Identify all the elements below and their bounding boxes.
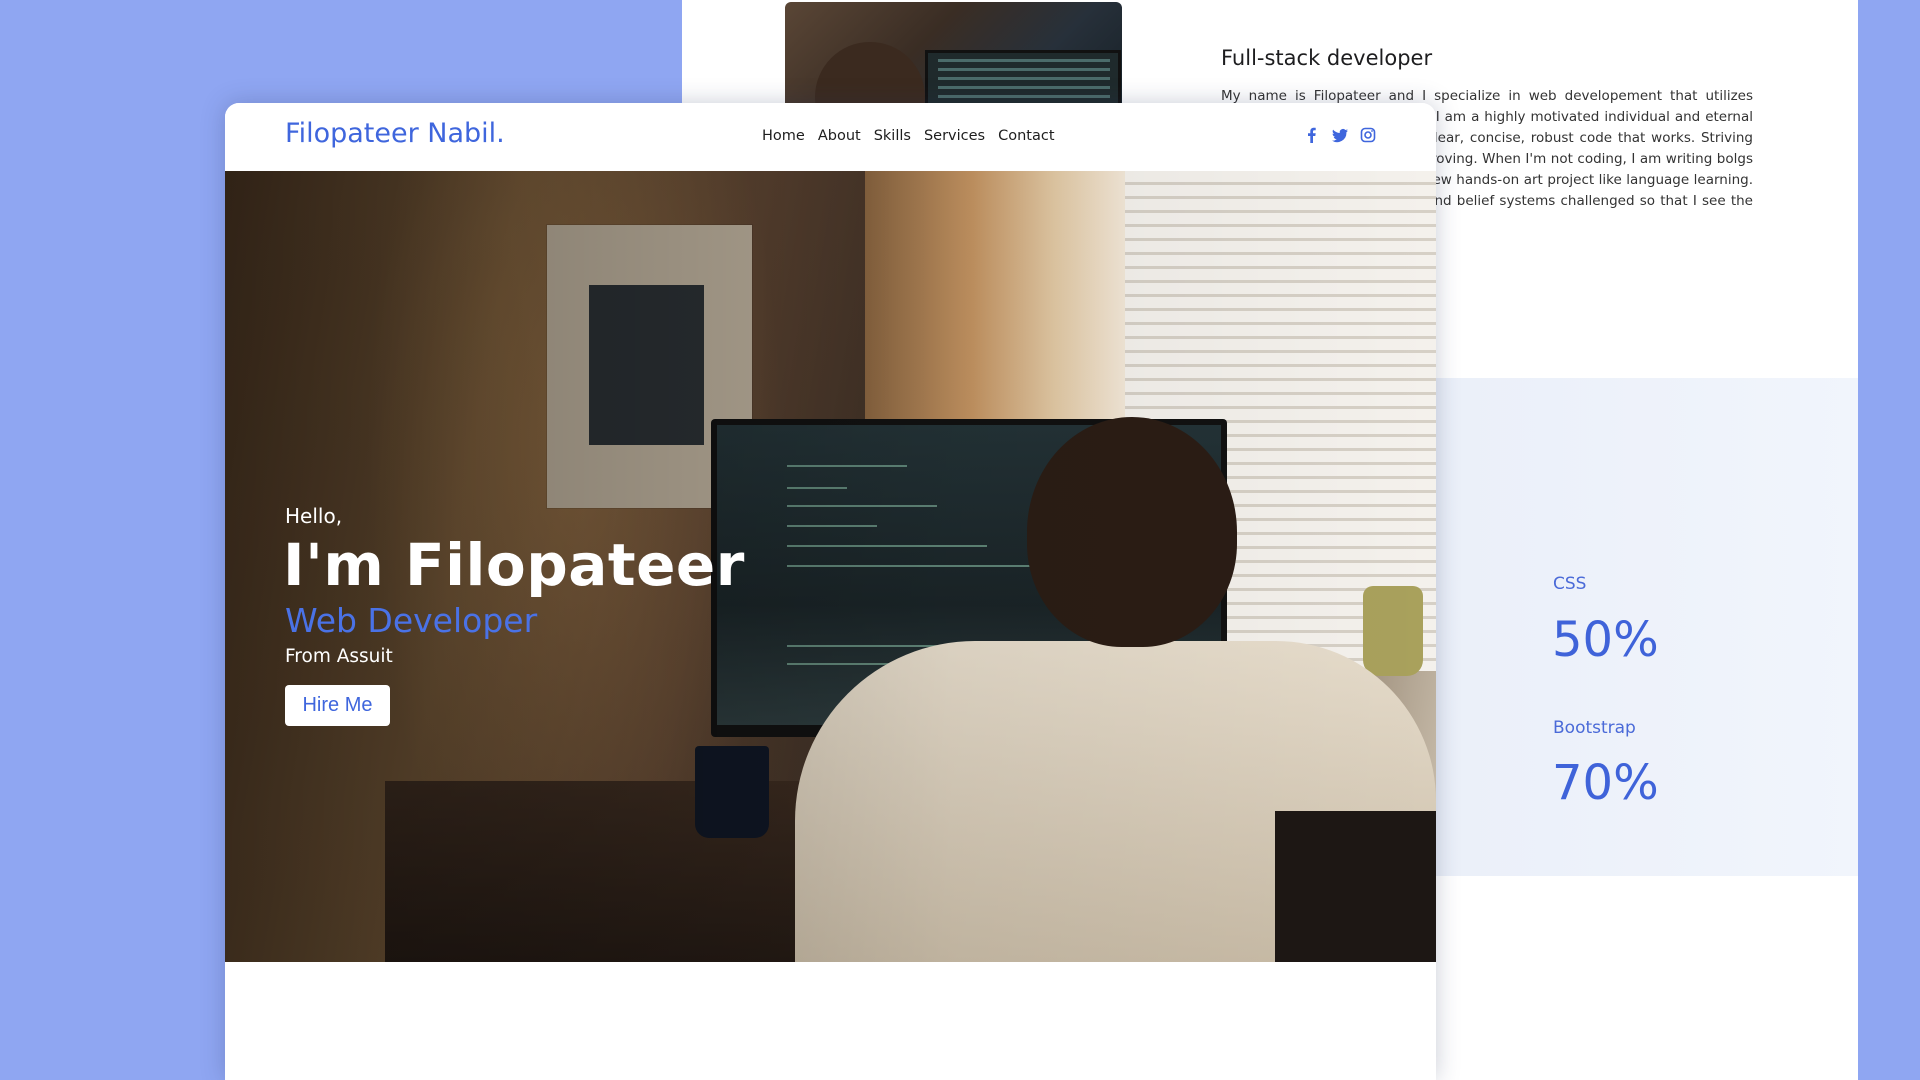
skill-value-bootstrap: 70% [1552, 755, 1659, 811]
hero-greeting: Hello, [285, 504, 343, 528]
nav-link-contact[interactable]: Contact [998, 128, 1054, 144]
nav-link-services[interactable]: Services [924, 128, 985, 144]
nav-links: Home About Skills Services Contact [762, 128, 1055, 144]
skill-name-bootstrap: Bootstrap [1553, 718, 1636, 738]
hero-name: I'm Filopateer [283, 531, 745, 599]
social-links [1304, 127, 1376, 143]
hire-me-button[interactable]: Hire Me [285, 685, 390, 726]
about-heading: Full-stack developer [1221, 46, 1433, 70]
hero-location: From Assuit [285, 646, 393, 667]
brand-logo[interactable]: Filopateer Nabil. [285, 118, 505, 149]
instagram-icon[interactable] [1360, 127, 1376, 143]
hero-section: Hello, I'm Filopateer Web Developer From… [225, 171, 1436, 962]
nav-link-about[interactable]: About [818, 128, 861, 144]
skill-name-css: CSS [1553, 574, 1587, 594]
navbar: Filopateer Nabil. Home About Skills Serv… [225, 103, 1436, 171]
hero-role: Web Developer [285, 601, 538, 640]
skill-value-css: 50% [1552, 612, 1659, 668]
nav-link-home[interactable]: Home [762, 128, 805, 144]
about-photo [785, 2, 1122, 112]
facebook-icon[interactable] [1304, 127, 1320, 143]
home-page: Filopateer Nabil. Home About Skills Serv… [225, 103, 1436, 1080]
nav-link-skills[interactable]: Skills [874, 128, 911, 144]
twitter-icon[interactable] [1332, 127, 1348, 143]
